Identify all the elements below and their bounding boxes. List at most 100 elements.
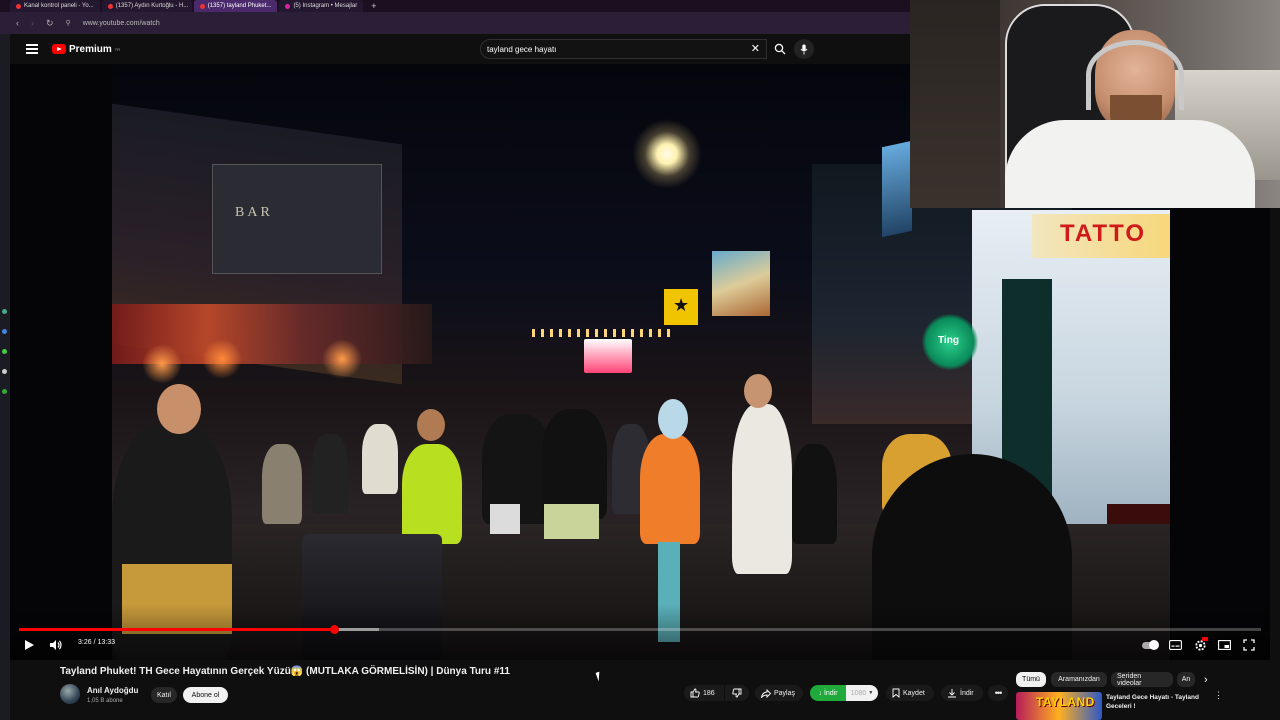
address-bar: ‹ › ↻ ⚲ www.youtube.com/watch (0, 12, 910, 34)
share-label: Paylaş (774, 689, 796, 697)
subtitles-icon (1169, 640, 1182, 650)
quality-label: 1080 (850, 689, 867, 697)
save-button[interactable]: Kaydet (886, 685, 934, 701)
like-button[interactable]: 186 (684, 685, 724, 701)
browser-tab[interactable]: (1357) Aydın Kurtoğlu - H... (101, 0, 192, 12)
chip-more[interactable]: An (1177, 672, 1195, 687)
chip-series[interactable]: Seriden videolar (1111, 672, 1173, 687)
fullscreen-button[interactable] (1243, 636, 1255, 654)
center-sign (584, 339, 632, 373)
search-input[interactable]: tayland gece hayatı ✕ (480, 39, 767, 59)
more-vertical-icon[interactable]: ⋮ (1214, 691, 1223, 700)
quality-select[interactable]: 1080 ▼ (846, 685, 878, 701)
chip-from-search[interactable]: Aramanızdan (1051, 672, 1107, 687)
youtube-header: Premium TR tayland gece hayatı ✕ (10, 34, 910, 64)
share-button[interactable]: Paylaş (755, 685, 803, 701)
volume-icon (50, 640, 62, 650)
store-light (322, 339, 362, 379)
recommended-title[interactable]: Tayland Gece Hayatı - Tayland Geceleri ! (1106, 693, 1210, 711)
store-light (142, 344, 182, 384)
progress-bar[interactable] (19, 625, 1261, 634)
green-shop-sign: Ting (922, 314, 978, 370)
toggle-knob (1149, 639, 1159, 650)
more-actions-button[interactable]: ••• (988, 685, 1008, 701)
youtube-favicon-icon (199, 3, 205, 9)
share-icon (761, 688, 771, 698)
miniplayer-button[interactable] (1218, 636, 1231, 654)
logo-text: Premium (69, 43, 112, 55)
reload-icon[interactable]: ↻ (46, 18, 54, 29)
miniplayer-icon (1218, 640, 1231, 650)
progress-played (19, 628, 335, 631)
hamburger-menu-icon[interactable] (26, 44, 38, 54)
green-sign-text: Ting (938, 335, 959, 346)
toggle-track (1142, 639, 1159, 650)
subscribe-button[interactable]: Abone ol (183, 687, 228, 703)
youtube-favicon-icon (107, 3, 113, 9)
new-tab-button[interactable]: + (365, 0, 382, 12)
extension-icon[interactable] (2, 389, 7, 394)
person-background (262, 444, 302, 524)
controls-gradient (10, 604, 1270, 660)
person-orange-hoodie (640, 434, 700, 544)
person-walking (542, 409, 607, 519)
recommended-thumbnail[interactable]: TAYLAND (1016, 692, 1102, 720)
bar-sign-board: BAR (212, 164, 382, 274)
url-text[interactable]: www.youtube.com/watch (83, 20, 160, 27)
person-white-shirt (732, 404, 792, 574)
chevron-right-icon[interactable]: › (1204, 674, 1208, 686)
channel-name[interactable]: Anıl Aydoğdu (87, 686, 138, 695)
person-vest (402, 444, 462, 544)
forward-icon[interactable]: › (31, 18, 34, 28)
webcam-overlay (910, 0, 1280, 208)
person-shorts (490, 504, 520, 534)
play-icon (25, 640, 34, 650)
download-green-button[interactable]: ↓ İndir (810, 685, 846, 701)
extension-icon[interactable] (2, 309, 7, 314)
thumbnail-text: TAYLAND (1036, 695, 1095, 709)
hd-badge (1202, 637, 1208, 641)
microphone-icon (800, 44, 808, 54)
progress-scrubber[interactable] (329, 625, 339, 634)
chip-all[interactable]: Tümü (1016, 672, 1046, 687)
extension-icon[interactable] (2, 369, 7, 374)
dislike-button[interactable] (725, 685, 749, 701)
tab-label: (1357) Aydın Kurtoğlu - H... (115, 3, 189, 9)
tattoo-sign-text: TATTO (1060, 220, 1146, 247)
channel-avatar[interactable] (60, 684, 80, 704)
subtitles-button[interactable] (1169, 636, 1182, 654)
search-icon (774, 43, 786, 55)
voice-search-button[interactable] (794, 39, 814, 59)
store-light (202, 339, 242, 379)
autoplay-toggle[interactable] (1142, 636, 1159, 654)
tab-label: (5) Instagram • Mesajlar (293, 3, 358, 9)
site-info-icon[interactable]: ⚲ (66, 19, 71, 27)
play-button[interactable] (23, 636, 35, 654)
clear-search-icon[interactable]: ✕ (751, 42, 760, 55)
streamer-shirt (1005, 120, 1255, 208)
browser-tab-active[interactable]: (1357) tayland Phuket... (193, 0, 278, 12)
instagram-favicon-icon (285, 3, 291, 9)
browser-tab[interactable]: Kanal kontrol paneli - Yo... (10, 0, 100, 12)
youtube-logo[interactable]: Premium TR (52, 44, 120, 55)
download-arrow-icon: ↓ (818, 689, 822, 697)
tab-label: Kanal kontrol paneli - Yo... (24, 3, 94, 9)
street-lamp-glow (632, 119, 702, 189)
back-icon[interactable]: ‹ (16, 18, 19, 28)
subscriber-count: 1,05 B abone (87, 698, 123, 704)
volume-button[interactable] (49, 636, 63, 654)
fullscreen-icon (1243, 639, 1255, 651)
person-background (362, 424, 398, 494)
join-button[interactable]: Katıl (151, 687, 177, 703)
extension-icon[interactable] (2, 329, 7, 334)
extension-icon[interactable] (2, 349, 7, 354)
string-lights (532, 329, 672, 337)
download-label: İndir (823, 689, 838, 697)
settings-button[interactable] (1194, 636, 1208, 654)
browser-tab[interactable]: (5) Instagram • Mesajlar (279, 0, 364, 12)
star-sign: ★ (664, 289, 698, 325)
chevron-down-icon: ▼ (868, 690, 874, 696)
youtube-play-logo-icon (52, 44, 66, 54)
download-button[interactable]: İndir (941, 685, 983, 701)
search-button[interactable] (767, 39, 793, 59)
